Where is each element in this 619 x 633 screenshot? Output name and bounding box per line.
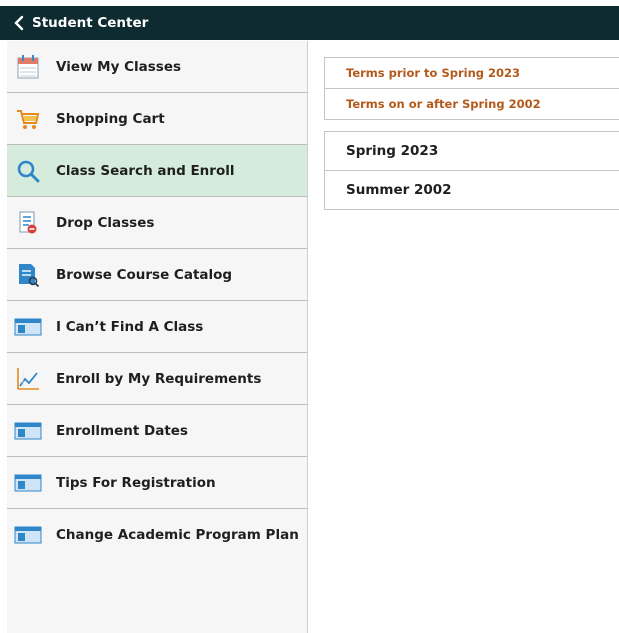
window-icon (14, 521, 42, 549)
sidebar-item-shopping-cart[interactable]: Shopping Cart (7, 93, 307, 145)
sidebar-nav: View My Classes Shopping Cart Class Sear… (7, 41, 308, 633)
sidebar-item-view-my-classes[interactable]: View My Classes (7, 41, 307, 93)
catalog-icon (14, 261, 42, 289)
sidebar-item-class-search-and-enroll[interactable]: Class Search and Enroll (7, 145, 307, 197)
terms-after-link[interactable]: Terms on or after Spring 2002 (325, 88, 619, 119)
calendar-icon (14, 53, 42, 81)
terms-prior-link[interactable]: Terms prior to Spring 2023 (325, 58, 619, 88)
term-list: Spring 2023 Summer 2002 (324, 131, 619, 210)
sidebar-item-i-cant-find-a-class[interactable]: I Can’t Find A Class (7, 301, 307, 353)
chevron-left-icon[interactable] (8, 12, 30, 34)
sidebar-item-label: Shopping Cart (56, 110, 165, 127)
sidebar-item-tips-for-registration[interactable]: Tips For Registration (7, 457, 307, 509)
sidebar-item-drop-classes[interactable]: Drop Classes (7, 197, 307, 249)
sidebar-item-label: Drop Classes (56, 214, 155, 231)
sidebar-item-enrollment-dates[interactable]: Enrollment Dates (7, 405, 307, 457)
term-links-group: Terms prior to Spring 2023 Terms on or a… (324, 57, 619, 120)
search-icon (14, 157, 42, 185)
cart-icon (14, 105, 42, 133)
term-row-summer-2002[interactable]: Summer 2002 (325, 170, 619, 209)
sidebar-item-label: Enroll by My Requirements (56, 370, 262, 387)
window-icon (14, 313, 42, 341)
sidebar-item-browse-course-catalog[interactable]: Browse Course Catalog (7, 249, 307, 301)
window-icon (14, 469, 42, 497)
sidebar-item-label: Class Search and Enroll (56, 162, 235, 179)
term-row-spring-2023[interactable]: Spring 2023 (325, 132, 619, 170)
sidebar-item-label: Enrollment Dates (56, 422, 188, 439)
app-header: Student Center (0, 6, 619, 40)
sidebar-item-label: I Can’t Find A Class (56, 318, 204, 335)
sidebar-item-change-academic-program-plan[interactable]: Change Academic Program Plan (7, 509, 307, 560)
sidebar-item-label: Browse Course Catalog (56, 266, 233, 283)
drop-list-icon (14, 209, 42, 237)
sidebar-item-label: View My Classes (56, 58, 182, 75)
chart-icon (14, 365, 42, 393)
header-title: Student Center (32, 15, 149, 31)
sidebar-item-enroll-by-my-requirements[interactable]: Enroll by My Requirements (7, 353, 307, 405)
window-icon (14, 417, 42, 445)
sidebar-item-label: Change Academic Program Plan (56, 526, 299, 543)
sidebar-item-label: Tips For Registration (56, 474, 216, 491)
